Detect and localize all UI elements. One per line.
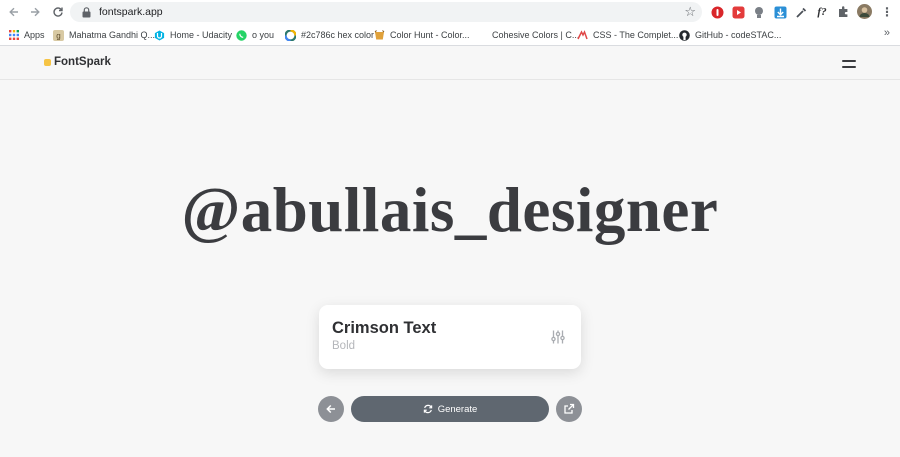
external-link-icon [564,403,575,414]
reload-icon [53,7,63,17]
bookmark-hex-color[interactable]: #2c786c hex color [285,27,374,43]
app-header: FontSpark [0,47,900,80]
bookmark-label: Mahatma Gandhi Q... [69,30,156,40]
bookmark-label: GitHub - codeSTAC... [695,30,782,40]
profile-avatar[interactable] [857,4,872,19]
whatsapp-icon [236,29,247,41]
eyedropper-extension-icon[interactable] [794,5,808,19]
bookmark-css-course[interactable]: CSS - The Complet... [577,27,678,43]
bookmark-apps[interactable]: Apps [8,27,45,43]
font-weight-label: Bold [332,340,356,352]
open-external-button[interactable] [556,396,582,422]
bookmarks-bar: Apps g Mahatma Gandhi Q... Home - Udacit… [0,24,900,46]
brand-dot-icon [44,58,51,66]
hamburger-menu-button[interactable] [842,57,856,71]
menu-line [842,66,856,68]
font-finder-extension-icon[interactable]: f? [815,5,829,19]
bookmark-label: Cohesive Colors | C... [492,30,580,40]
refresh-icon [423,404,432,414]
generate-button[interactable]: Generate [351,396,549,422]
address-bar[interactable]: fontspark.app ☆ [70,2,702,22]
udacity-icon [154,30,165,41]
bookmark-o-you[interactable]: o you [236,27,274,43]
reload-button[interactable] [49,3,67,21]
adblock-extension-icon[interactable] [710,5,724,19]
more-bookmarks-button[interactable]: » [884,27,890,39]
generate-label: Generate [437,403,478,415]
bookmark-label: CSS - The Complet... [593,30,679,40]
brand-name: FontSpark [54,56,111,68]
bookmark-star-icon[interactable]: ☆ [684,4,696,20]
arrow-left-icon [326,404,335,414]
color-wheel-icon [285,29,296,41]
kebab-menu-icon[interactable]: ⋮ [880,5,894,19]
bookmark-udacity[interactable]: Home - Udacity [154,27,232,43]
back-button[interactable] [5,3,23,21]
brand-logo[interactable]: FontSpark [44,56,111,68]
bookmark-label: #2c786c hex color [301,30,375,40]
download-extension-icon[interactable] [773,5,787,19]
color-hunt-icon [374,29,385,41]
font-info-card: Crimson Text Bold [319,305,581,369]
previous-font-button[interactable] [318,396,344,422]
bookmark-cohesive-colors[interactable]: Cohesive Colors | C... [492,27,579,43]
apps-grid-icon [8,30,19,41]
puzzle-extensions-icon[interactable] [836,5,850,19]
menu-line [842,60,856,62]
bookmark-g-icon: g [53,29,64,41]
svg-text:g: g [56,31,60,40]
lock-icon [81,6,91,18]
bookmark-color-hunt[interactable]: Color Hunt - Color... [374,27,470,43]
arrow-right-icon [31,7,40,17]
sliders-settings-icon[interactable] [550,329,566,345]
url-text: fontspark.app [99,6,163,18]
css-icon [577,29,588,41]
bookmark-mahatma-gandhi[interactable]: g Mahatma Gandhi Q... [53,27,155,43]
font-preview-text[interactable]: @abullais_designer [0,170,900,250]
lightbulb-extension-icon[interactable] [752,5,766,19]
font-family-name: Crimson Text [332,319,437,337]
bookmark-label: Color Hunt - Color... [390,30,470,40]
bookmark-label: o you [252,30,275,40]
bookmark-label: Apps [24,30,45,40]
video-extension-icon[interactable] [731,5,745,19]
bookmark-github[interactable]: GitHub - codeSTAC... [679,27,781,43]
arrow-left-icon [9,7,18,17]
github-icon [679,29,690,41]
browser-toolbar: fontspark.app ☆ f? ⋮ [0,0,900,24]
forward-button[interactable] [26,3,44,21]
bookmark-label: Home - Udacity [170,30,233,40]
